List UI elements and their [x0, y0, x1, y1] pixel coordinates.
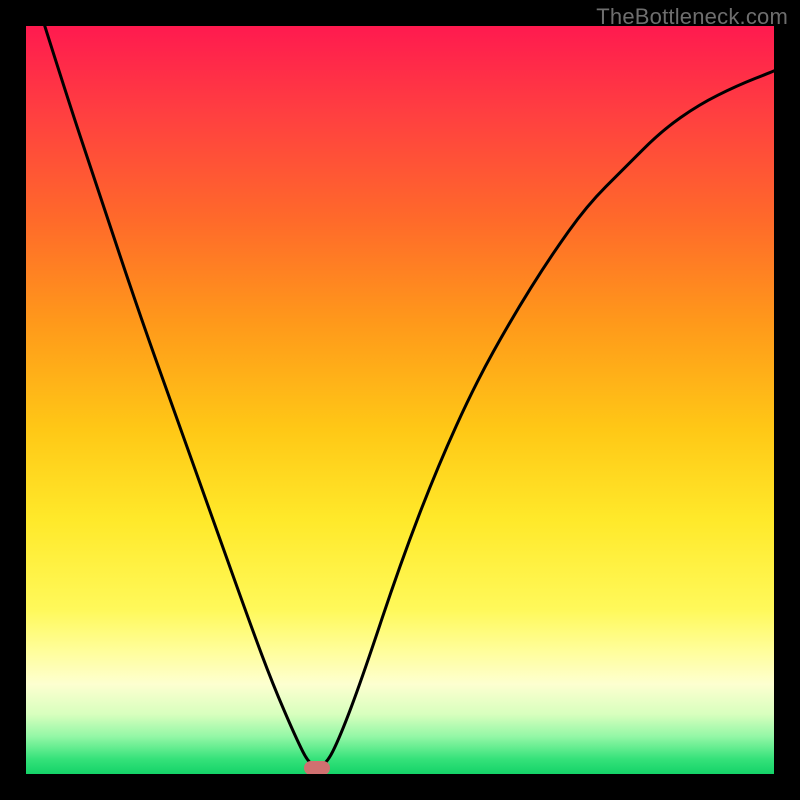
chart-frame: TheBottleneck.com: [0, 0, 800, 800]
optimal-marker: [304, 761, 330, 774]
bottleneck-curve: [26, 26, 774, 766]
curve-svg: [26, 26, 774, 774]
watermark-text: TheBottleneck.com: [596, 4, 788, 30]
plot-area: [26, 26, 774, 774]
